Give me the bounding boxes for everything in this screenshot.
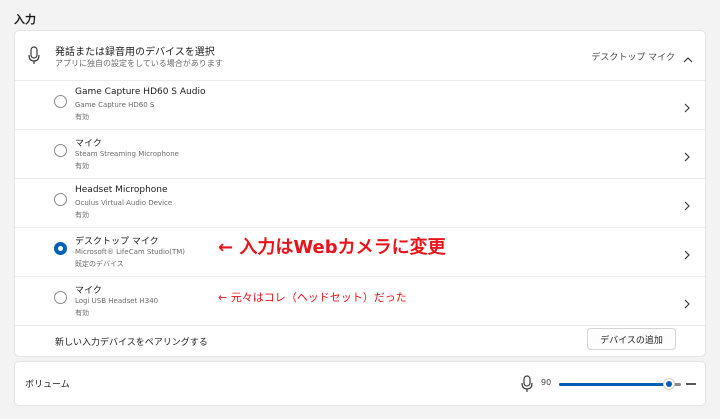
chevron-right-icon[interactable] [683,246,691,260]
pair-new-device-text: 新しい入力デバイスをペアリングする [55,338,208,348]
device-subtitle: Microsoft® LifeCam Studio(TM) [75,248,185,256]
chevron-right-icon[interactable] [683,197,691,211]
selector-title: 発話または録音用のデバイスを選択 [55,47,215,58]
device-status: 有効 [75,211,89,219]
input-device-selector[interactable]: 発話または録音用のデバイスを選択 アプリに独自の設定をしている場合があります デ… [15,31,705,81]
volume-value: 90 [541,378,552,387]
device-row[interactable]: マイク Steam Streaming Microphone 有効 [15,130,705,179]
slider-fill [559,383,669,386]
device-radio[interactable] [54,291,67,304]
slider-thumb[interactable] [662,378,675,390]
device-status: 有効 [75,162,89,170]
volume-card: ボリューム 90 [14,361,706,406]
microphone-icon [27,46,41,66]
chevron-right-icon[interactable] [683,295,691,309]
device-radio-selected[interactable] [54,242,67,255]
volume-label: ボリューム [25,380,70,390]
section-title: 入力 [14,13,36,26]
microphone-icon[interactable] [521,375,533,393]
device-status: 既定のデバイス [75,260,124,268]
device-name: Headset Microphone [75,185,168,195]
device-row[interactable]: Headset Microphone Oculus Virtual Audio … [15,179,705,228]
volume-slider[interactable] [559,378,681,390]
device-radio[interactable] [54,193,67,206]
annotation-headset: ← 元々はコレ（ヘッドセット）だった [218,291,407,304]
slider-end-mark [686,383,696,385]
device-subtitle: Logi USB Headset H340 [75,297,159,305]
device-status: 有効 [75,113,89,121]
device-subtitle: Game Capture HD60 S [75,101,155,109]
chevron-up-icon[interactable] [683,50,693,63]
annotation-webcam: ← 入力はWebカメラに変更 [218,237,446,258]
add-device-button[interactable]: デバイスの追加 [587,328,676,350]
selector-subtitle: アプリに独自の設定をしている場合があります [55,59,223,68]
input-device-card: 発話または録音用のデバイスを選択 アプリに独自の設定をしている場合があります デ… [14,30,706,357]
selected-device-value: デスクトップ マイク [591,53,675,63]
device-subtitle: Steam Streaming Microphone [75,150,179,158]
device-status: 有効 [75,309,89,317]
device-radio[interactable] [54,144,67,157]
device-name: マイク [75,286,102,296]
device-name: デスクトップ マイク [75,237,159,247]
chevron-right-icon[interactable] [683,148,691,162]
device-name: マイク [75,139,102,149]
device-radio[interactable] [54,95,67,108]
device-row[interactable]: Game Capture HD60 S Audio Game Capture H… [15,81,705,130]
device-name: Game Capture HD60 S Audio [75,87,206,97]
device-subtitle: Oculus Virtual Audio Device [75,199,173,207]
chevron-right-icon[interactable] [683,99,691,113]
